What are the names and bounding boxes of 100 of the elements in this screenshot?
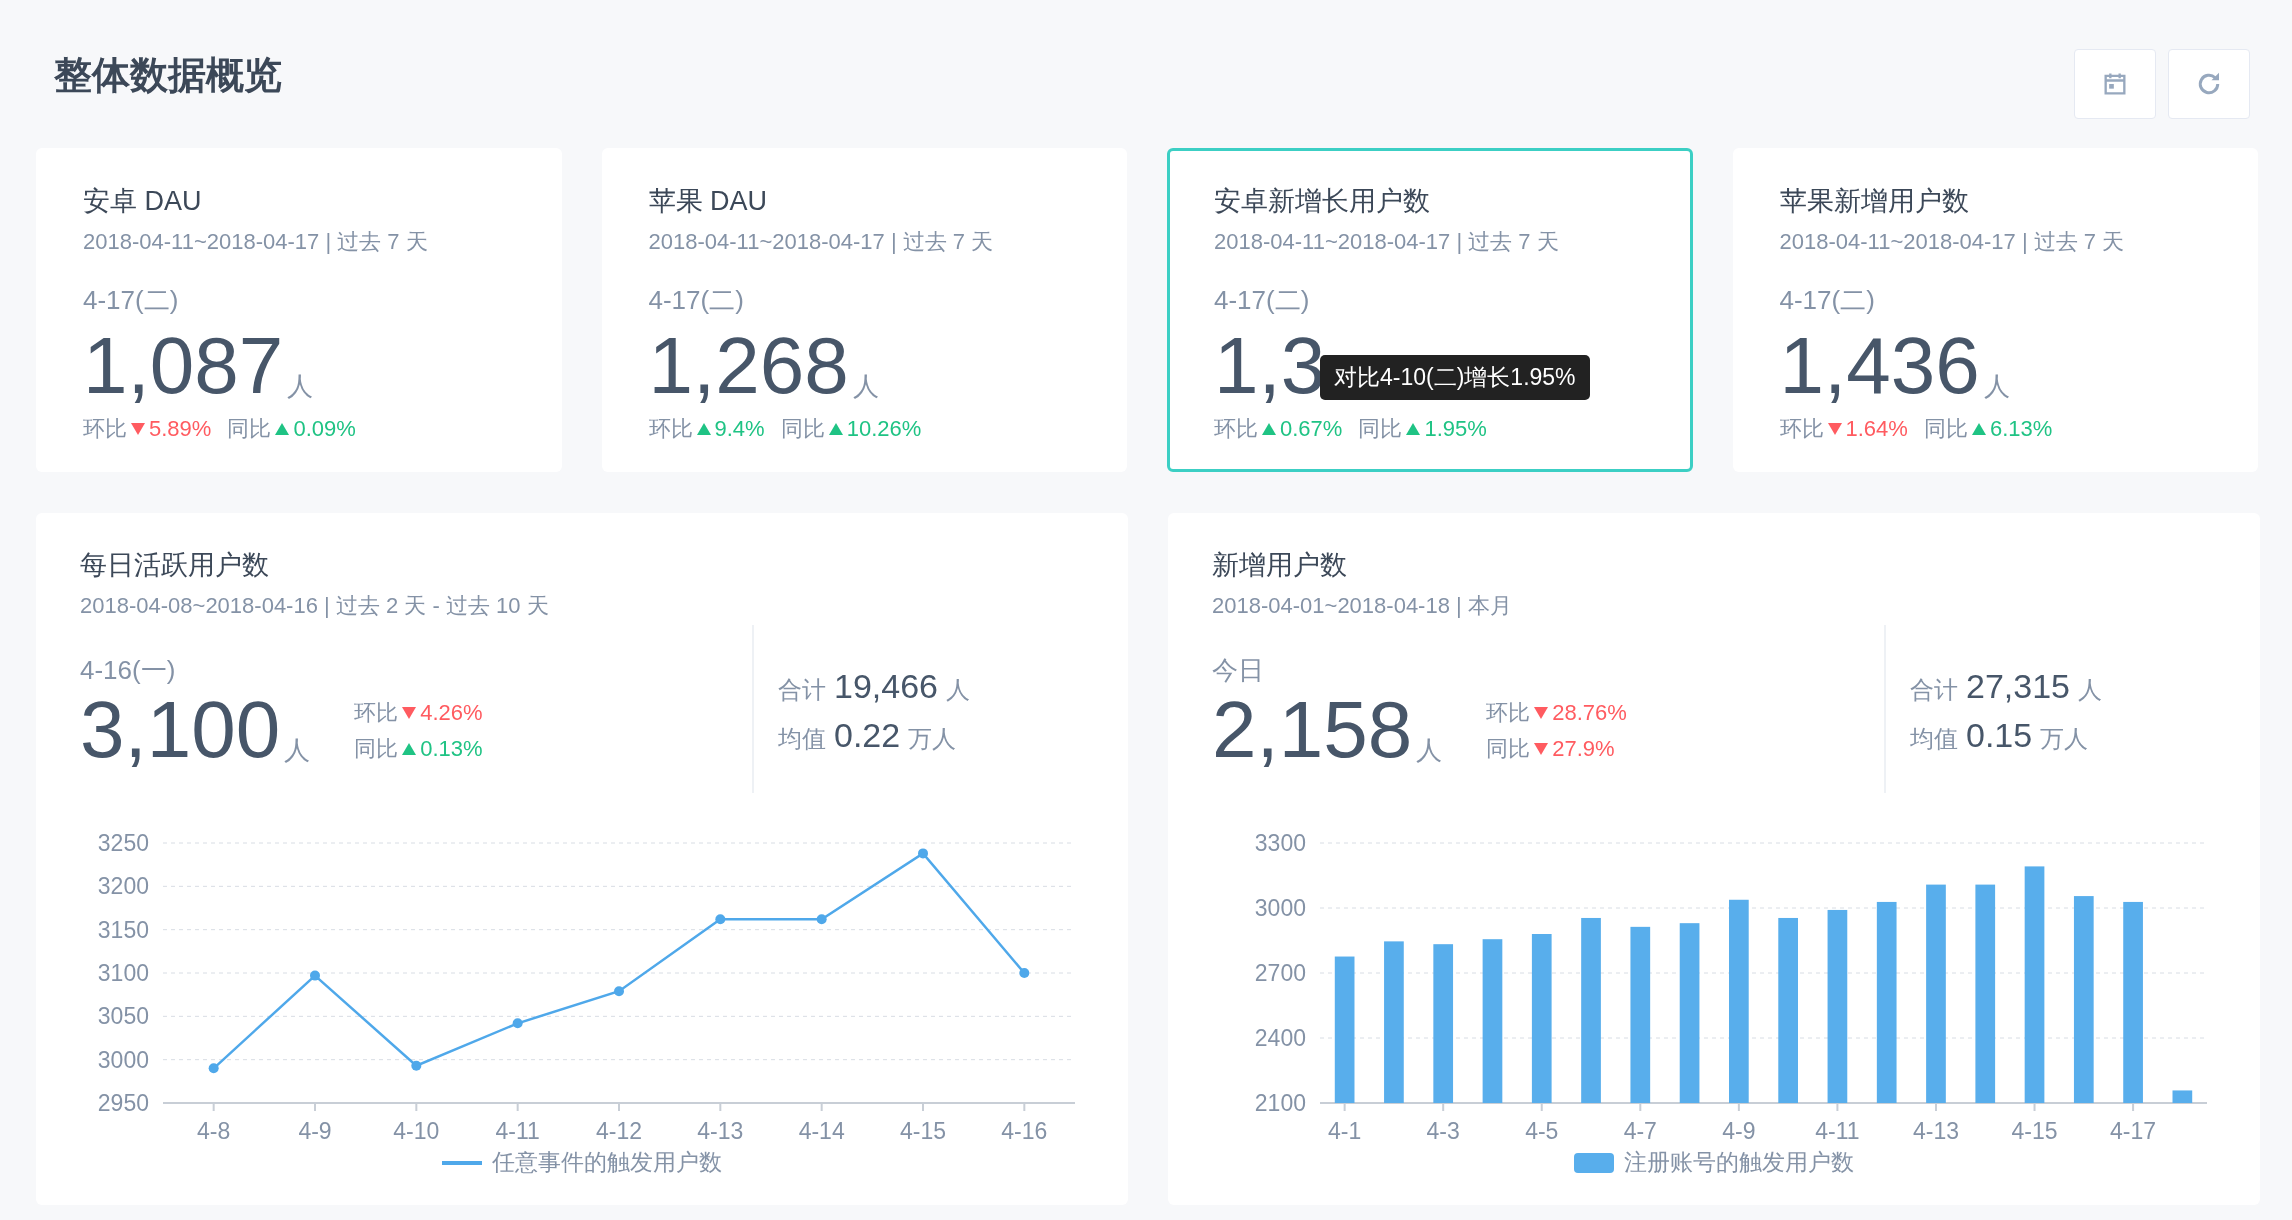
date-range: 2018-04-11~2018-04-17 | 过去 7 天 xyxy=(1779,228,2126,256)
axis-label: 2700 xyxy=(1254,960,1306,986)
change-value: 0.67% xyxy=(1280,416,1343,442)
axis-label: 2400 xyxy=(1254,1025,1306,1051)
axis-label: 4-16 xyxy=(1001,1118,1048,1143)
axis-label: 4-15 xyxy=(900,1118,946,1143)
date-label: 4-17(二) xyxy=(83,284,180,317)
axis-label: 4-9 xyxy=(298,1118,332,1143)
stat-label: 合计 xyxy=(1910,675,1958,705)
unit-label: 万人 xyxy=(908,724,957,754)
date-range: 2018-04-11~2018-04-17 | 过去 7 天 xyxy=(648,228,995,256)
axis-label: 4-15 xyxy=(2011,1118,2058,1143)
summary-card[interactable]: 安卓新增长用户数 2018-04-11~2018-04-17 | 过去 7 天 4-17(二) 1,3 环比 0.67% 同比 1.95% 对比4-10(二)增长1.95% xyxy=(1167,148,1693,472)
change-value: 1.64% xyxy=(1845,416,1908,442)
axis-label: 2950 xyxy=(97,1090,149,1116)
axis-label: 3000 xyxy=(97,1046,149,1073)
data-point xyxy=(310,970,320,981)
unit-label: 人 xyxy=(1983,370,2010,403)
compare-label: 环比 xyxy=(648,415,693,443)
change-value: 10.26% xyxy=(846,416,922,442)
axis-label: 4-12 xyxy=(596,1118,642,1143)
date-range: 2018-04-11~2018-04-17 | 过去 7 天 xyxy=(83,228,429,256)
metric-value: 1,436 xyxy=(1779,324,1980,408)
compare-label: 环比 xyxy=(83,415,127,443)
axis-label: 4-17 xyxy=(2110,1118,2157,1143)
compare-label: 同比 xyxy=(1486,735,1531,763)
data-point xyxy=(512,1018,523,1029)
compare-label: 同比 xyxy=(354,735,399,763)
axis-label: 3250 xyxy=(97,830,149,856)
axis-label: 3300 xyxy=(1254,830,1306,856)
date-label: 今日 xyxy=(1212,654,1265,687)
card-title: 安卓新增长用户数 xyxy=(1214,185,1431,218)
axis-label: 3150 xyxy=(97,916,149,943)
refresh-button[interactable] xyxy=(2168,49,2250,119)
compare-label: 同比 xyxy=(227,415,272,443)
axis-label: 4-3 xyxy=(1426,1118,1460,1143)
summary-card[interactable]: 苹果 DAU 2018-04-11~2018-04-17 | 过去 7 天 4-17(二) 1,268 人 环比 9.4% 同比 10.26% xyxy=(601,148,1127,472)
unit-label: 人 xyxy=(2078,675,2102,705)
card-title: 每日活跃用户数 xyxy=(80,549,270,582)
unit-label: 万人 xyxy=(2040,724,2089,754)
change-value: 4.26% xyxy=(420,700,483,726)
date-label: 4-16(一) xyxy=(80,654,177,687)
stat-value: 19,466 xyxy=(834,667,938,706)
stat-value: 0.15 xyxy=(1966,716,2033,755)
card-title: 安卓 DAU xyxy=(83,185,203,218)
unit-label: 人 xyxy=(946,675,970,705)
stat-label: 均值 xyxy=(778,724,826,754)
change-value: 27.9% xyxy=(1552,736,1615,762)
axis-label: 3000 xyxy=(1254,895,1306,921)
unit-label: 人 xyxy=(284,734,311,767)
unit-label: 人 xyxy=(852,370,879,403)
axis-label: 4-9 xyxy=(1722,1118,1756,1143)
axis-label: 3100 xyxy=(97,960,149,986)
metric-value: 1,087 xyxy=(83,324,284,408)
legend-swatch xyxy=(1574,1152,1614,1173)
page-title: 整体数据概览 xyxy=(54,52,282,98)
data-point xyxy=(1019,968,1030,978)
metric-value: 2,158 xyxy=(1212,688,1413,772)
bar xyxy=(2172,1090,2193,1103)
axis-label: 4-13 xyxy=(697,1118,744,1143)
data-point xyxy=(614,986,624,997)
card-title: 苹果 DAU xyxy=(648,185,768,218)
axis-label: 4-8 xyxy=(197,1118,231,1143)
axis-label: 4-10 xyxy=(393,1118,440,1143)
change-value: 5.89% xyxy=(149,416,212,442)
data-point xyxy=(208,1063,219,1074)
axis-label: 4-11 xyxy=(495,1118,540,1143)
data-point xyxy=(816,914,827,925)
change-value: 9.4% xyxy=(714,416,765,442)
compare-label: 同比 xyxy=(1358,415,1403,443)
card-title: 新增用户数 xyxy=(1212,549,1348,582)
axis-label: 4-14 xyxy=(798,1118,845,1143)
axis-label: 3200 xyxy=(97,873,149,900)
stat-label: 均值 xyxy=(1910,724,1958,754)
axis-label: 2100 xyxy=(1254,1090,1306,1116)
data-point xyxy=(715,914,726,925)
date-range: 2018-04-11~2018-04-17 | 过去 7 天 xyxy=(1214,228,1560,256)
change-value: 1.95% xyxy=(1424,416,1487,442)
axis-label: 3050 xyxy=(97,1003,149,1030)
change-value: 6.13% xyxy=(1989,416,2053,442)
data-point xyxy=(411,1060,422,1071)
compare-label: 环比 xyxy=(1486,699,1531,727)
summary-card[interactable]: 苹果新增用户数 2018-04-11~2018-04-17 | 过去 7 天 4-17(二) 1,436 人 环比 1.64% 同比 6.13% xyxy=(1732,148,2258,472)
compare-label: 同比 xyxy=(1923,415,1968,443)
date-label: 4-17(二) xyxy=(648,284,745,317)
calendar-button[interactable] xyxy=(2074,49,2156,119)
axis-label: 4-5 xyxy=(1525,1118,1559,1143)
compare-label: 环比 xyxy=(1214,415,1258,443)
card-title: 苹果新增用户数 xyxy=(1779,185,1970,218)
metric-value: 1,268 xyxy=(648,324,849,408)
compare-label: 同比 xyxy=(780,415,825,443)
date-range: 2018-04-08~2018-04-16 | 过去 2 天 - 过去 10 天 xyxy=(80,592,550,620)
tooltip: 对比4-10(二)增长1.95% xyxy=(1320,355,1590,400)
summary-card[interactable]: 安卓 DAU 2018-04-11~2018-04-17 | 过去 7 天 4-17(二) 1,087 人 环比 5.89% 同比 0.09% xyxy=(36,148,562,472)
date-range: 2018-04-01~2018-04-18 | 本月 xyxy=(1212,592,1513,620)
date-label: 4-17(二) xyxy=(1779,284,1876,317)
axis-label: 4-7 xyxy=(1623,1118,1657,1143)
metric-value: 3,100 xyxy=(80,688,281,772)
axis-label: 4-13 xyxy=(1912,1118,1959,1143)
unit-label: 人 xyxy=(1416,734,1443,767)
